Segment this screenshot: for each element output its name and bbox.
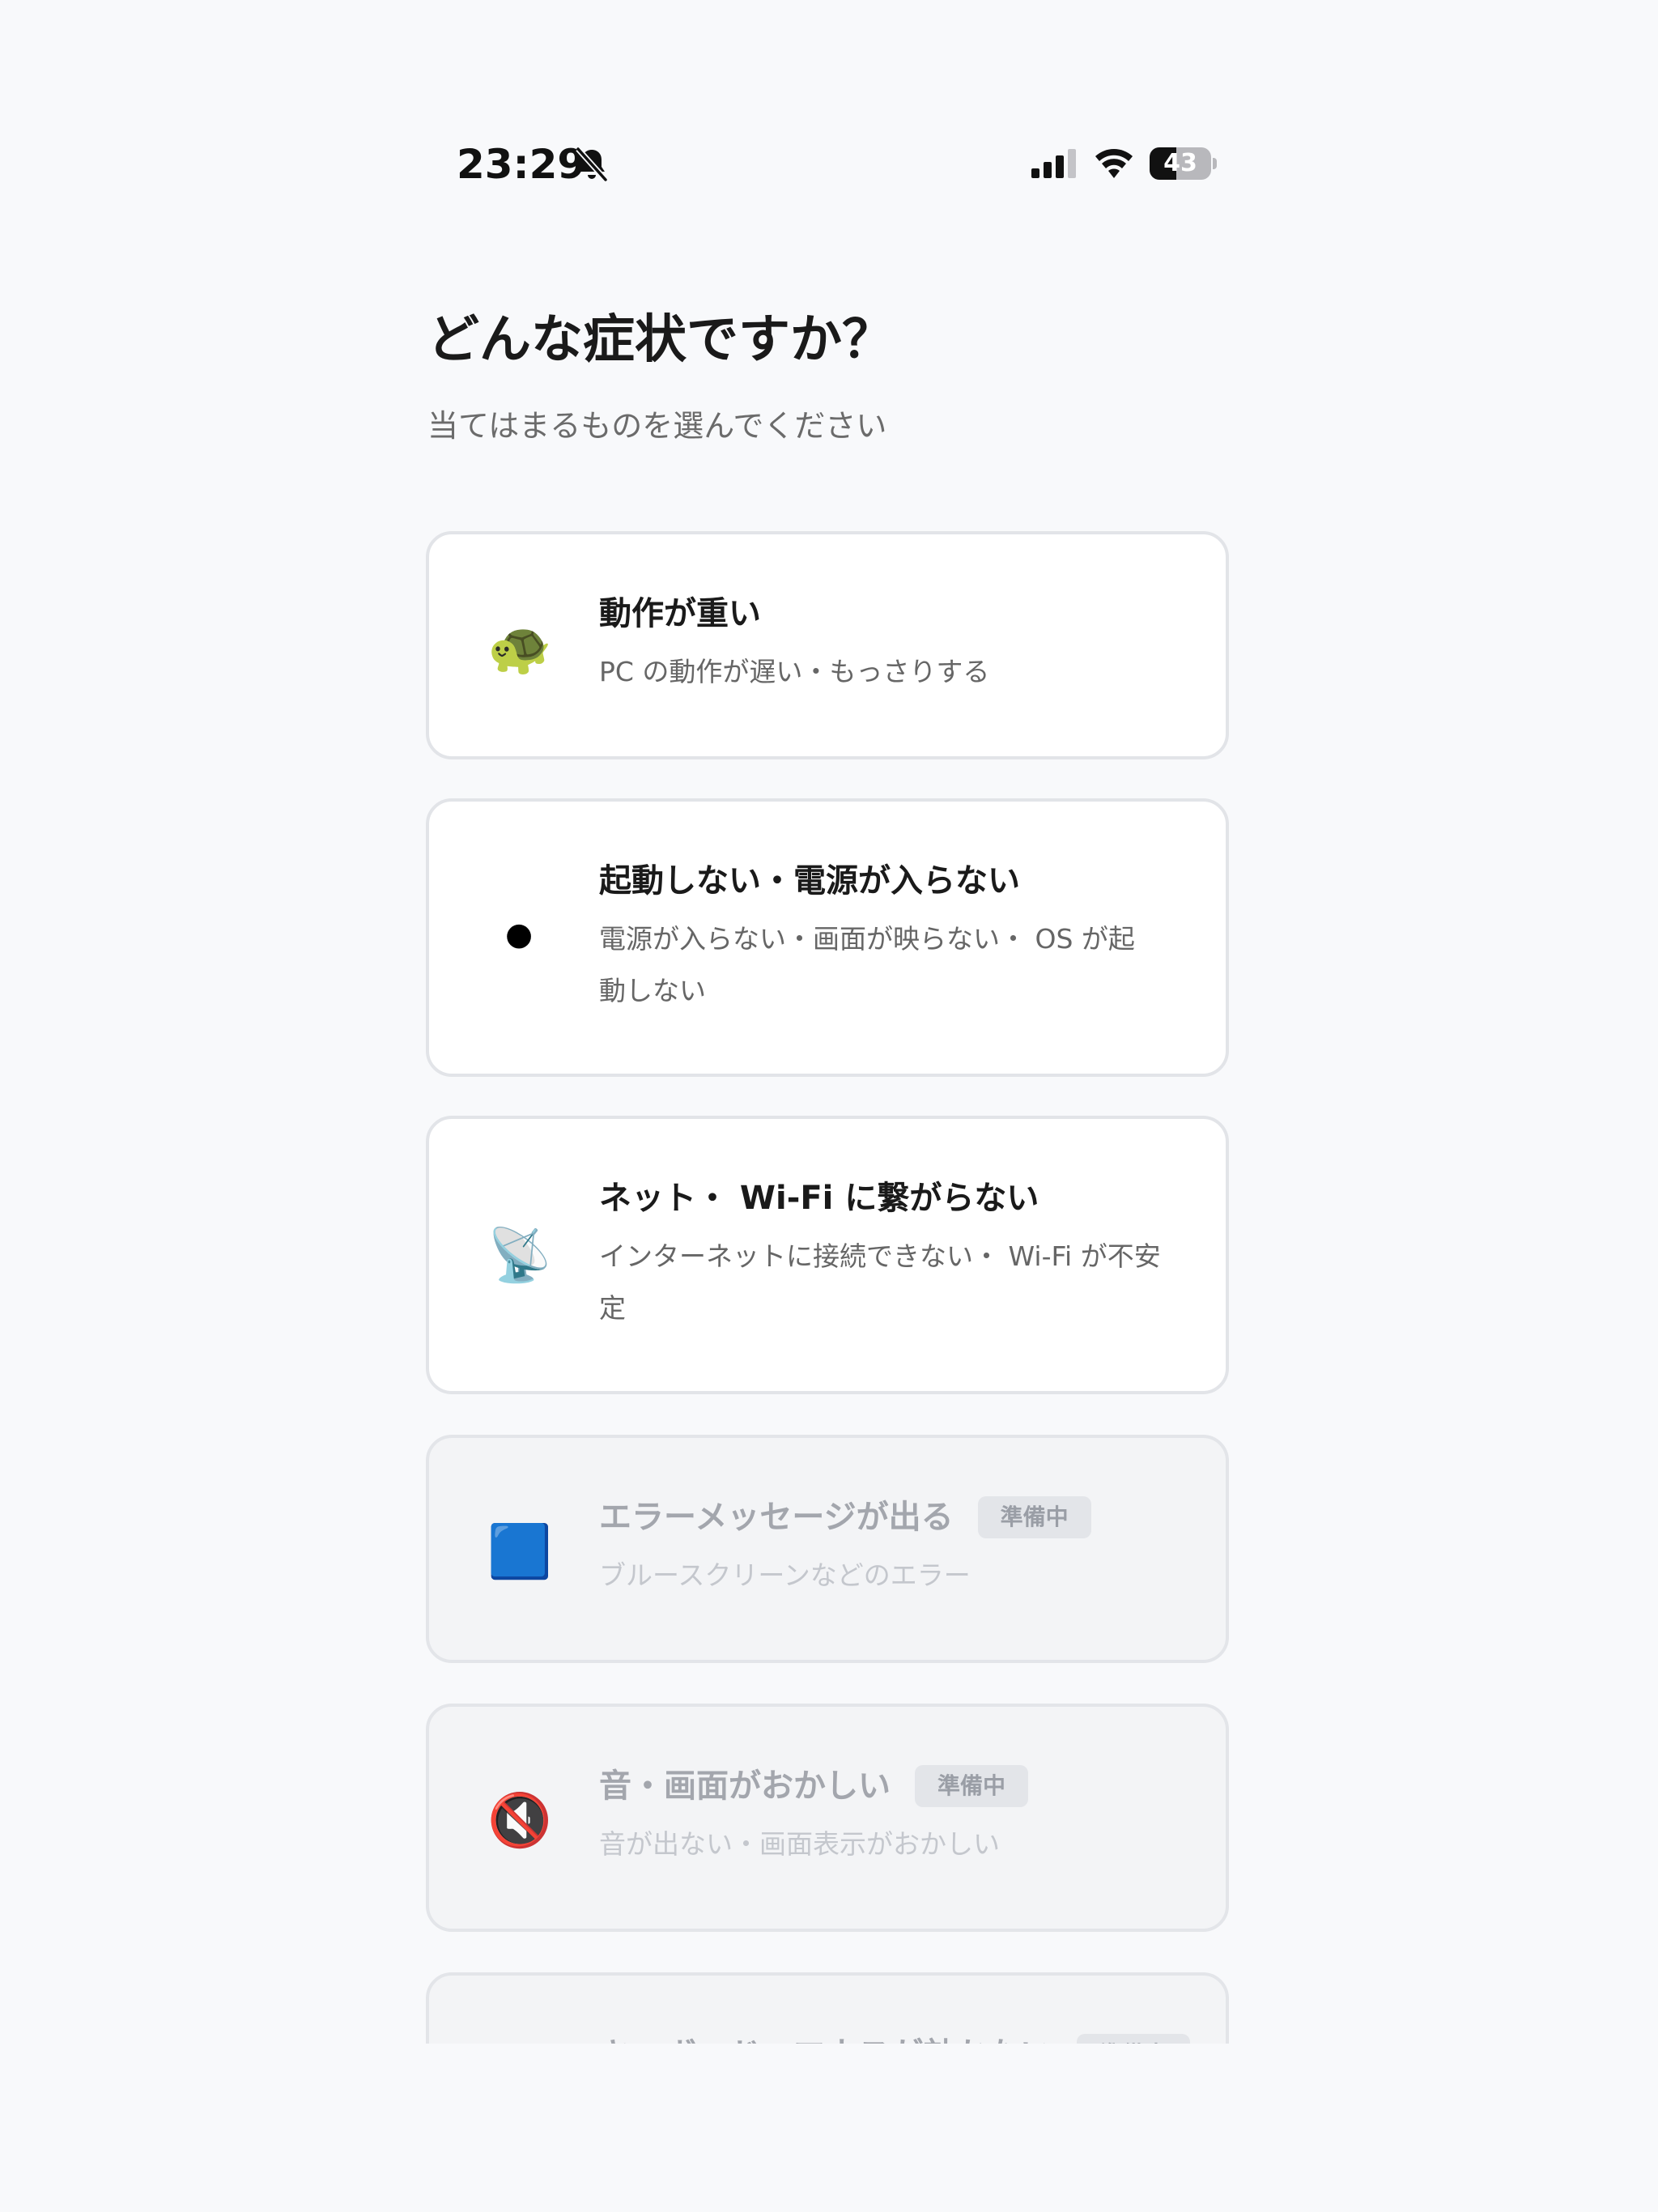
satellite-dish-icon: 📡 <box>487 1226 552 1286</box>
bell-slash-icon <box>576 147 608 182</box>
battery-level: 43 <box>1163 149 1197 177</box>
battery-indicator: 43 <box>1150 147 1211 180</box>
symptom-title: エラーメッセージが出る <box>599 1499 954 1536</box>
symptom-title: ネット・ Wi-Fi に繋がらない <box>599 1180 1039 1217</box>
symptom-title: キーボード・マウスが効かない <box>599 2031 1052 2044</box>
muted-speaker-icon: 🔇 <box>487 1791 552 1851</box>
symptom-card-slow[interactable]: 🐢 動作が重い PC の動作が遅い・もっさりする <box>426 531 1229 759</box>
black-circle-icon: ⚫ <box>497 908 541 968</box>
symptom-title: 音・画面がおかしい <box>599 1767 891 1805</box>
symptom-card-error-message: 🟦 エラーメッセージが出る 準備中 ブルースクリーンなどのエラー <box>426 1435 1229 1663</box>
symptom-description: PC の動作が遅い・もっさりする <box>599 656 990 687</box>
symptom-description: インターネットに接続できない・ Wi-Fi が不安定 <box>599 1240 1161 1324</box>
symptom-selection-screen: 23:29 43 どんな症状ですか？ 当てはまるものを選んでください 🐢 動作が… <box>0 0 1658 2212</box>
cellular-signal-icon <box>1031 149 1076 178</box>
page-subtitle: 当てはまるものを選んでください <box>427 408 887 444</box>
symptom-description: 音が出ない・画面表示がおかしい <box>599 1828 1000 1860</box>
symptom-card-sound-display: 🔇 音・画面がおかしい 準備中 音が出ない・画面表示がおかしい <box>426 1704 1229 1932</box>
turtle-icon: 🐢 <box>487 619 552 678</box>
coming-soon-badge: 準備中 <box>977 1496 1091 1538</box>
symptom-title: 動作が重い <box>599 595 761 632</box>
coming-soon-badge: 準備中 <box>915 1765 1029 1807</box>
blue-square-icon: 🟦 <box>487 1522 552 1582</box>
page-title: どんな症状ですか？ <box>427 310 894 370</box>
battery-tip <box>1213 158 1217 169</box>
symptom-description: 電源が入らない・画面が映らない・ OS が起動しない <box>599 923 1135 1006</box>
coming-soon-badge: 準備中 <box>1077 2034 1191 2044</box>
status-time: 23:29 <box>457 141 586 188</box>
symptom-description: ブルースクリーンなどのエラー <box>599 1559 971 1591</box>
symptom-card-network[interactable]: 📡 ネット・ Wi-Fi に繋がらない インターネットに接続できない・ Wi-F… <box>426 1116 1229 1394</box>
wifi-icon <box>1095 149 1133 178</box>
symptom-card-no-boot[interactable]: ⚫ 起動しない・電源が入らない 電源が入らない・画面が映らない・ OS が起動し… <box>426 798 1229 1077</box>
symptom-card-keyboard-mouse: ⌨ キーボード・マウスが効かない 準備中 <box>426 1972 1229 2044</box>
symptom-title: 起動しない・電源が入らない <box>599 862 1020 900</box>
symptom-list: 🐢 動作が重い PC の動作が遅い・もっさりする ⚫ 起動しない・電源が入らない… <box>426 531 1232 2044</box>
